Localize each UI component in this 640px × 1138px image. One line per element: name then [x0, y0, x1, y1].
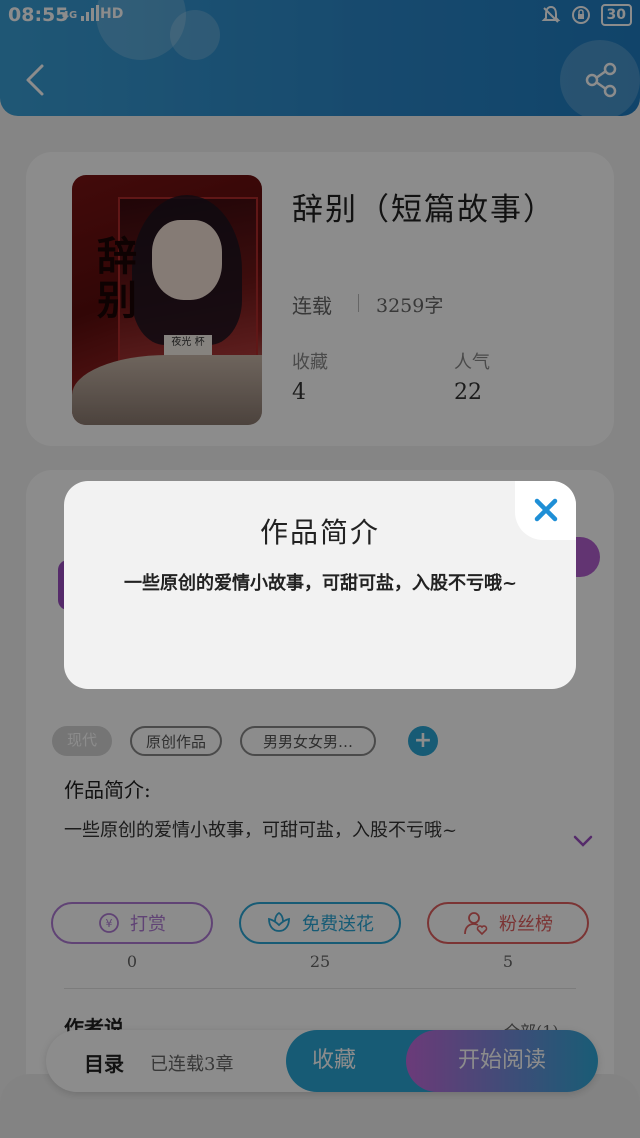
intro-modal: 作品简介 一些原创的爱情小故事，可甜可盐，入股不亏哦~: [64, 481, 576, 689]
close-button[interactable]: [515, 481, 576, 540]
modal-body: 一些原创的爱情小故事，可甜可盐，入股不亏哦~: [124, 573, 518, 594]
close-icon: [534, 498, 558, 522]
modal-title: 作品简介: [259, 516, 380, 549]
